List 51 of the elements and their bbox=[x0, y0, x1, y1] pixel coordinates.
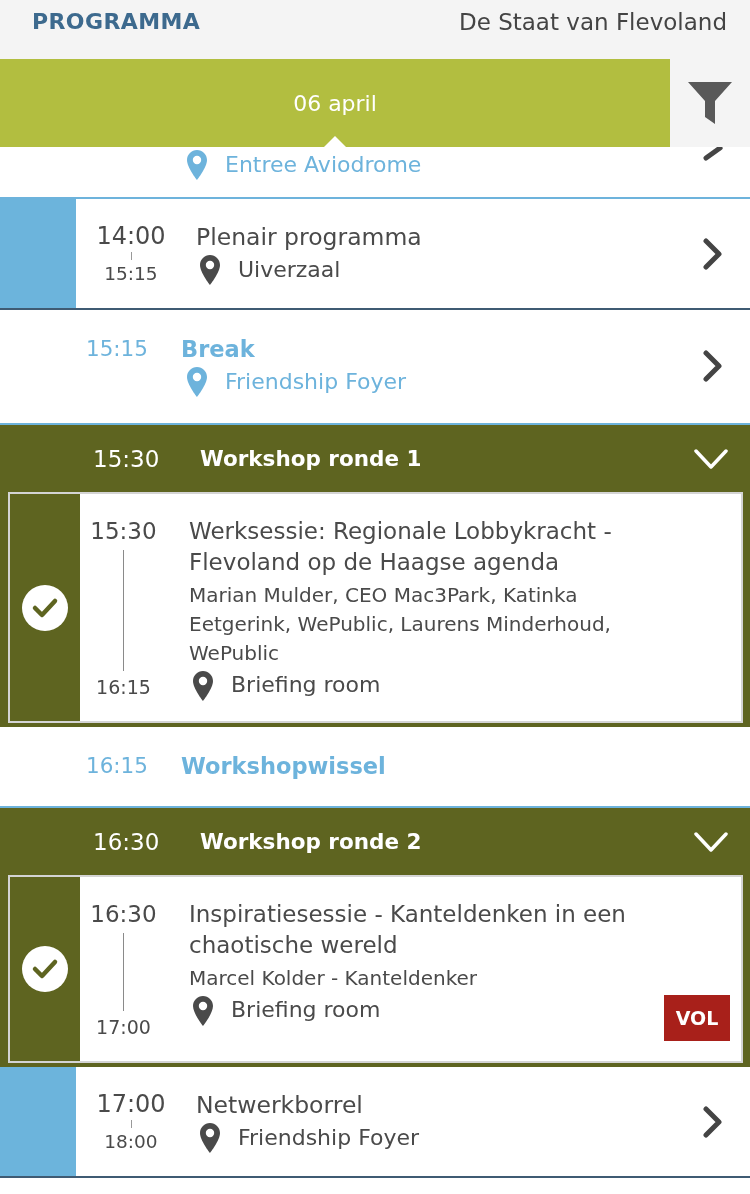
location-pin-icon bbox=[193, 996, 213, 1026]
chevron-right-icon[interactable] bbox=[703, 350, 723, 382]
end-time: 16:15 bbox=[96, 675, 151, 699]
end-time: 18:00 bbox=[104, 1130, 158, 1153]
check-icon[interactable] bbox=[22, 584, 68, 631]
start-time: 15:15 bbox=[86, 335, 149, 363]
session-title: Break bbox=[181, 335, 255, 364]
session-card[interactable]: 15:30 16:15 Werksessie: Regionale Lobbykracht - Flevoland op de Haagse agenda Marian Mulder, CEO Mac3Park, Katinka Eetgerink, WePublic, Laurens Minderhoud, WePublic Briefing room bbox=[8, 492, 743, 723]
session-title: Werksessie: Regionale Lobbykracht - Flevoland op de Haagse agenda bbox=[189, 517, 613, 577]
schedule-row[interactable]: 17:00 18:00 Netwerkborrel Friendship Foyer bbox=[0, 1067, 750, 1178]
group-title: Workshop ronde 2 bbox=[200, 827, 423, 856]
start-time: 16:30 bbox=[90, 900, 157, 929]
location-text: Briefing room bbox=[231, 671, 381, 699]
chevron-right-icon[interactable] bbox=[703, 147, 723, 161]
session-title: Plenair programma bbox=[196, 221, 422, 252]
end-time: 17:00 bbox=[96, 1015, 151, 1039]
speakers-text: Marian Mulder, CEO Mac3Park, Katinka Eetgerink, WePublic, Laurens Minderhoud, WePublic bbox=[189, 582, 612, 667]
end-time: 15:15 bbox=[104, 262, 158, 285]
group-title: Workshop ronde 1 bbox=[200, 444, 423, 473]
location-text: Friendship Foyer bbox=[225, 368, 407, 396]
start-time: 17:00 bbox=[96, 1090, 166, 1118]
pointer-icon bbox=[324, 136, 346, 147]
chevron-down-icon[interactable] bbox=[694, 830, 728, 853]
group-time: 16:30 bbox=[93, 827, 161, 857]
chevron-right-icon[interactable] bbox=[703, 1105, 723, 1138]
group-time: 15:30 bbox=[93, 444, 161, 474]
page-title: PROGRAMMA bbox=[32, 8, 201, 36]
location-pin-icon bbox=[200, 1122, 220, 1153]
filter-icon bbox=[688, 82, 732, 124]
session-title: Inspiratiesessie - Kanteldenken in een chaotische wereld bbox=[189, 900, 627, 960]
location-pin-icon bbox=[200, 254, 220, 285]
speakers-text: Marcel Kolder - Kanteldenker bbox=[189, 965, 478, 992]
session-card[interactable]: 16:30 17:00 Inspiratiesessie - Kanteldenken in een chaotische wereld Marcel Kolder - Kanteldenker Briefing room VOL bbox=[8, 875, 743, 1063]
chevron-down-icon[interactable] bbox=[694, 447, 728, 470]
start-time: 15:30 bbox=[90, 517, 157, 546]
location-text: Friendship Foyer bbox=[238, 1123, 420, 1152]
schedule-row[interactable]: 14:00 15:15 Plenair programma Uiverzaal bbox=[0, 199, 750, 310]
event-name: De Staat van Flevoland bbox=[459, 8, 727, 37]
location-text: Entree Aviodrome bbox=[225, 151, 422, 179]
start-time: 16:15 bbox=[86, 752, 149, 780]
location-text: Briefing room bbox=[231, 996, 381, 1024]
session-title: Workshopwissel bbox=[181, 752, 386, 781]
location-text: Uiverzaal bbox=[238, 255, 341, 284]
location-pin-icon bbox=[187, 150, 207, 180]
chevron-right-icon[interactable] bbox=[703, 237, 723, 270]
location-pin-icon bbox=[193, 671, 213, 701]
location-pin-icon bbox=[187, 367, 207, 397]
check-icon[interactable] bbox=[22, 946, 68, 992]
full-badge: VOL bbox=[664, 995, 730, 1041]
start-time: 14:00 bbox=[96, 222, 166, 250]
session-title: Netwerkborrel bbox=[196, 1089, 363, 1120]
